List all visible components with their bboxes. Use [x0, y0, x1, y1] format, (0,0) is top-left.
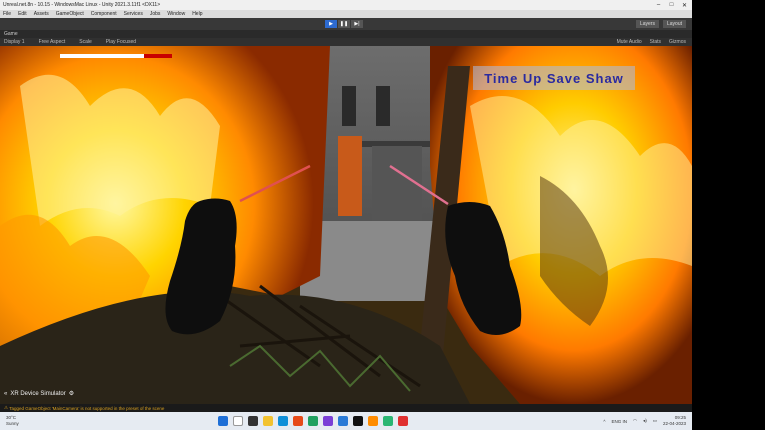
tray-chevron-icon[interactable]: ^: [603, 419, 605, 424]
play-icon: ▶: [329, 21, 333, 27]
health-bar: [60, 54, 172, 58]
pause-icon: ❚❚: [339, 21, 349, 27]
windows-start-icon[interactable]: [218, 416, 228, 426]
minimize-button[interactable]: –: [655, 2, 662, 9]
pause-button[interactable]: ❚❚: [338, 20, 350, 28]
layout-dropdown[interactable]: Layout: [662, 20, 686, 28]
health-bar-fill: [60, 54, 144, 58]
app-icon[interactable]: [368, 416, 378, 426]
file-explorer-icon[interactable]: [263, 416, 273, 426]
edge-icon[interactable]: [278, 416, 288, 426]
tab-game[interactable]: Game: [4, 31, 18, 37]
step-icon: ▶|: [354, 21, 360, 27]
mute-audio-toggle[interactable]: Mute Audio: [617, 39, 642, 45]
vscode-icon[interactable]: [338, 416, 348, 426]
system-tray: ^ ENG IN ◠ ◂) ▭ 09:25 22-04-2023: [603, 415, 686, 427]
office-icon[interactable]: [293, 416, 303, 426]
app-icon-2[interactable]: [383, 416, 393, 426]
menu-edit[interactable]: Edit: [18, 11, 27, 17]
chrome-icon[interactable]: [308, 416, 318, 426]
menu-file[interactable]: File: [3, 11, 11, 17]
speaker-icon[interactable]: ◂): [643, 418, 647, 424]
menu-help[interactable]: Help: [192, 11, 202, 17]
toolbar-right: Layers Layout: [635, 20, 686, 28]
gizmos-toggle[interactable]: Gizmos: [669, 39, 686, 45]
game-viewport[interactable]: Time Up Save Shaw « XR Device Simulator …: [0, 46, 692, 404]
search-icon[interactable]: [233, 416, 243, 426]
window-title: Unreal.net.8n - 10.15 - WindowsMac Linux…: [3, 2, 161, 8]
xr-device-simulator[interactable]: « XR Device Simulator ⚙: [4, 390, 74, 398]
clock-date: 22-04-2023: [662, 421, 686, 426]
aspect-dropdown[interactable]: Free Aspect: [39, 39, 66, 45]
app-icon-3[interactable]: [398, 416, 408, 426]
main-toolbar: ▶ ❚❚ ▶| Layers Layout: [0, 18, 692, 30]
weather-desc: Sunny: [6, 421, 19, 426]
scene-render: [0, 46, 692, 404]
maximize-button[interactable]: □: [668, 2, 675, 9]
hud-message: Time Up Save Shaw: [484, 70, 624, 86]
layers-dropdown[interactable]: Layers: [635, 20, 659, 28]
menu-services[interactable]: Services: [124, 11, 143, 17]
game-tab-bar: Game: [0, 30, 692, 38]
screen-border: [692, 0, 765, 430]
title-bar: Unreal.net.8n - 10.15 - WindowsMac Linux…: [0, 0, 692, 10]
menu-jobs[interactable]: Jobs: [150, 11, 161, 17]
gear-icon[interactable]: ⚙: [69, 390, 74, 397]
game-view-options: Display 1 Free Aspect Scale Play Focused…: [0, 38, 692, 46]
visual-studio-icon[interactable]: [323, 416, 333, 426]
window-controls: – □ ✕: [655, 2, 692, 9]
wifi-icon[interactable]: ◠: [633, 418, 637, 424]
menu-bar: File Edit Assets GameObject Component Se…: [0, 10, 692, 18]
step-button[interactable]: ▶|: [351, 20, 363, 28]
taskbar-apps: [218, 416, 408, 426]
unity-editor-window: Unreal.net.8n - 10.15 - WindowsMac Linux…: [0, 0, 692, 430]
status-message: Tagged GameObject 'MainCamera' is not su…: [9, 405, 165, 411]
close-button[interactable]: ✕: [681, 2, 688, 9]
play-controls: ▶ ❚❚ ▶|: [325, 20, 363, 28]
hud-message-panel: Time Up Save Shaw: [473, 66, 635, 90]
console-status-bar[interactable]: ⚠ Tagged GameObject 'MainCamera' is not …: [0, 404, 692, 412]
menu-assets[interactable]: Assets: [34, 11, 49, 17]
windows-taskbar: 30°C Sunny ^ ENG IN ◠ ◂) ▭ 09:25 22-04-2…: [0, 412, 692, 430]
menu-window[interactable]: Window: [167, 11, 185, 17]
game-view-toggles: Mute Audio Stats Gizmos: [617, 39, 692, 45]
language-indicator[interactable]: ENG IN: [611, 419, 627, 424]
unity-icon[interactable]: [353, 416, 363, 426]
chevron-icon: «: [4, 390, 8, 397]
menu-gameobject[interactable]: GameObject: [56, 11, 84, 17]
play-button[interactable]: ▶: [325, 20, 337, 28]
task-view-icon[interactable]: [248, 416, 258, 426]
display-dropdown[interactable]: Display 1: [4, 39, 25, 45]
stats-toggle[interactable]: Stats: [650, 39, 661, 45]
play-focused-dropdown[interactable]: Play Focused: [106, 39, 136, 45]
menu-component[interactable]: Component: [91, 11, 117, 17]
weather-widget[interactable]: 30°C Sunny: [6, 415, 19, 427]
scale-slider[interactable]: Scale: [79, 39, 92, 45]
clock[interactable]: 09:25 22-04-2023: [663, 415, 686, 427]
battery-icon[interactable]: ▭: [653, 418, 657, 424]
xr-simulator-label: XR Device Simulator: [10, 390, 66, 397]
